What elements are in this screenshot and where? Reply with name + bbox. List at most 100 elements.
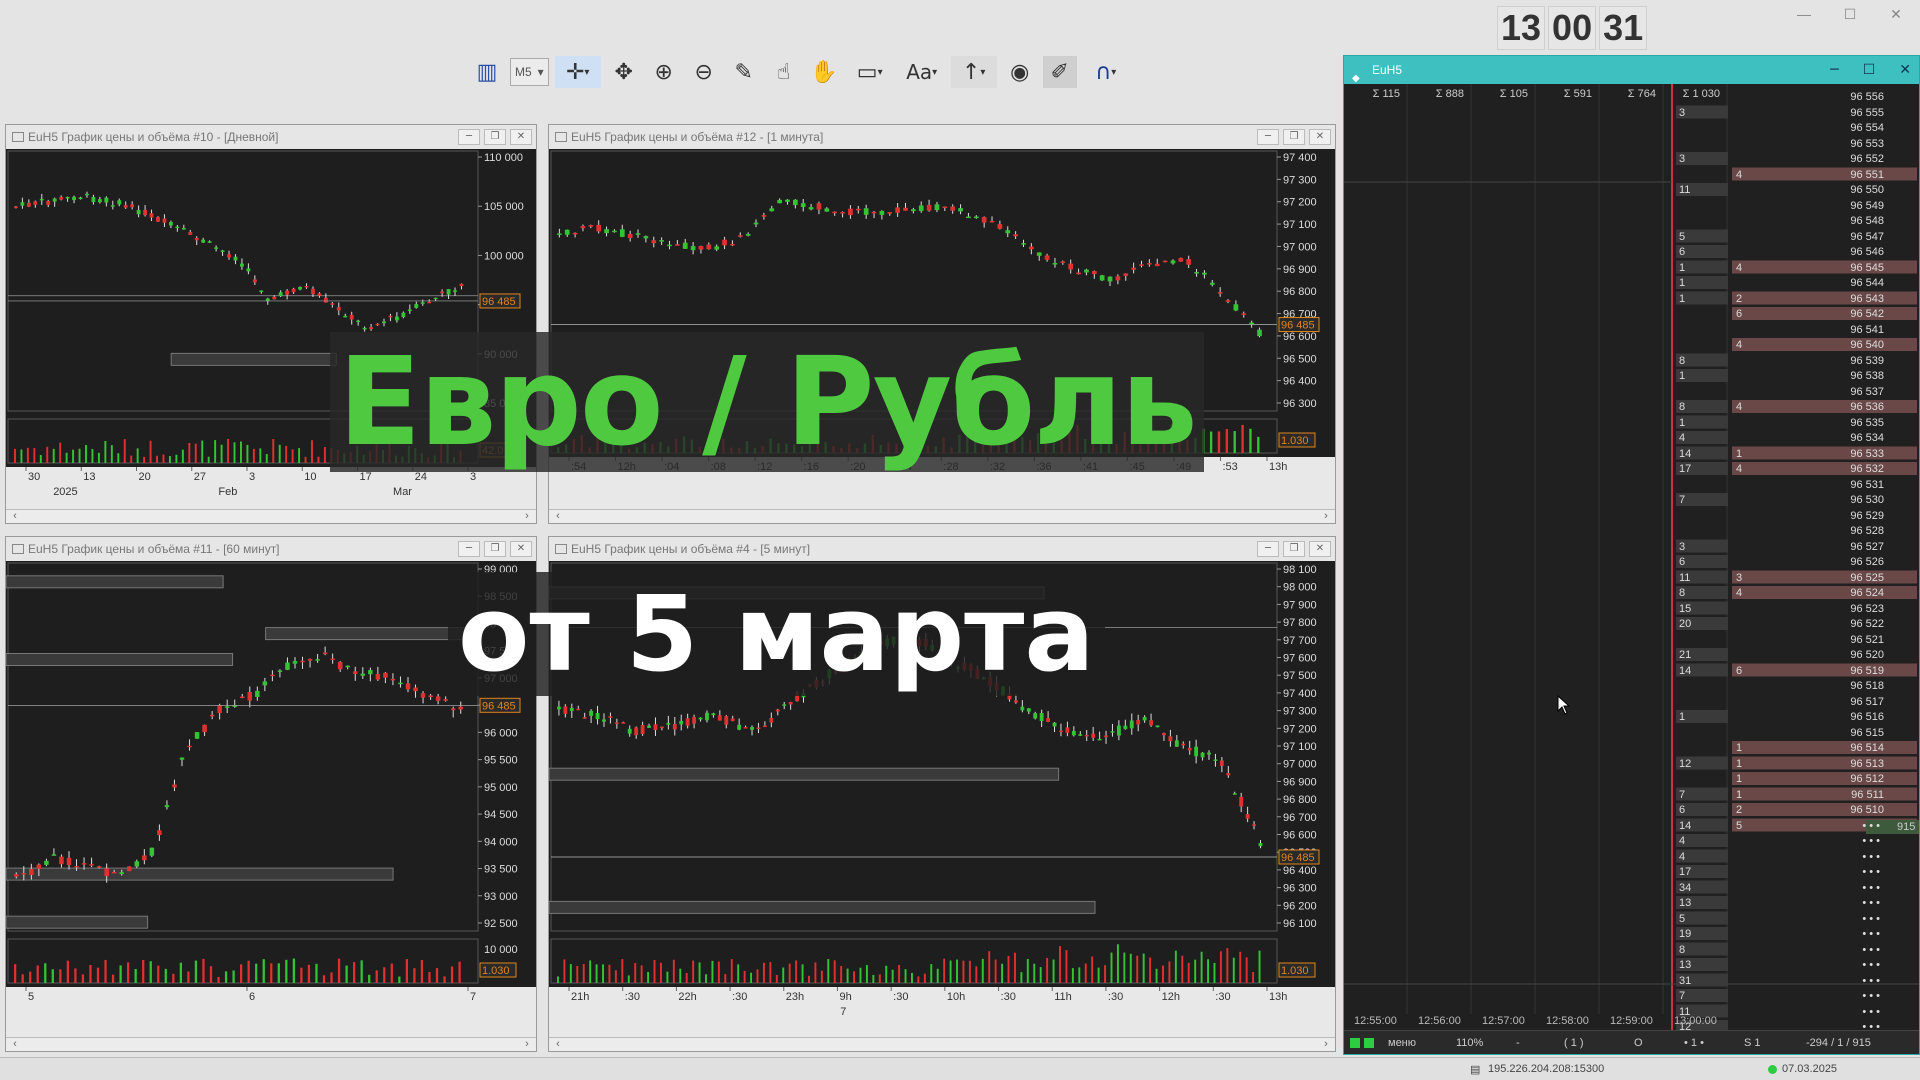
minimize-icon[interactable]: ─ (1257, 129, 1279, 145)
price-level[interactable]: 96 533 (1814, 447, 1884, 461)
close-icon[interactable]: ✕ (1309, 129, 1331, 145)
price-level[interactable]: 96 516 (1814, 710, 1884, 724)
price-level[interactable]: 96 552 (1814, 152, 1884, 166)
price-level[interactable]: 96 515 (1814, 726, 1884, 740)
price-level[interactable]: 96 520 (1814, 648, 1884, 662)
pencil-lock-icon[interactable]: ✐ (1042, 56, 1077, 88)
candle-body (435, 696, 441, 701)
price-level[interactable]: 96 535 (1814, 416, 1884, 430)
zoom-out-icon[interactable]: ⊖ (687, 56, 721, 88)
horizontal-scrollbar[interactable]: ‹ › (6, 1037, 536, 1051)
price-level[interactable]: 96 521 (1814, 633, 1884, 647)
price-level[interactable]: 96 529 (1814, 509, 1884, 523)
scroll-left-icon[interactable]: ‹ (8, 510, 22, 523)
price-level[interactable]: 96 555 (1814, 106, 1884, 120)
price-level[interactable]: 96 531 (1814, 478, 1884, 492)
price-level[interactable]: 96 551 (1814, 168, 1884, 182)
horizontal-scrollbar[interactable]: ‹ › (6, 509, 536, 523)
close-icon[interactable]: ✕ (1899, 56, 1911, 84)
minimize-icon[interactable]: ─ (458, 129, 480, 145)
price-level[interactable]: 96 518 (1814, 679, 1884, 693)
crosshair-icon[interactable]: ✛ ▾ (554, 56, 601, 88)
volume-bar (1097, 967, 1100, 983)
price-level[interactable]: 96 553 (1814, 137, 1884, 151)
scroll-right-icon[interactable]: › (520, 1038, 534, 1051)
chart-type-icon[interactable]: ▥ (470, 56, 504, 88)
close-icon[interactable]: ✕ (510, 129, 532, 145)
minimize-icon[interactable]: ─ (1257, 541, 1279, 557)
price-level[interactable]: 96 525 (1814, 571, 1884, 585)
scroll-left-icon[interactable]: ‹ (551, 1038, 565, 1051)
price-level[interactable]: 96 526 (1814, 555, 1884, 569)
minimize-icon[interactable]: ─ (458, 541, 480, 557)
magnet-icon[interactable]: ∩ ▾ (1083, 56, 1129, 88)
price-level[interactable]: 96 512 (1814, 772, 1884, 786)
timeframe-select[interactable]: M5 ▾ (510, 58, 549, 86)
rectangle-icon[interactable]: ▭ ▾ (847, 56, 893, 88)
visibility-icon[interactable]: ◉ (1003, 56, 1037, 88)
price-level[interactable]: 96 519 (1814, 664, 1884, 678)
restore-icon[interactable]: ❐ (484, 541, 506, 557)
price-level[interactable]: 96 549 (1814, 199, 1884, 213)
price-level[interactable]: 96 550 (1814, 183, 1884, 197)
restore-icon[interactable]: ❐ (1283, 129, 1305, 145)
price-level[interactable]: 96 530 (1814, 493, 1884, 507)
horizontal-scrollbar[interactable]: ‹ › (549, 1037, 1335, 1051)
price-level[interactable]: 96 556 (1814, 90, 1884, 104)
main-minimize-icon[interactable]: — (1794, 6, 1814, 24)
price-level[interactable]: 96 511 (1814, 788, 1884, 802)
price-level[interactable]: 96 543 (1814, 292, 1884, 306)
price-level[interactable]: 96 510 (1814, 803, 1884, 817)
price-level[interactable]: 96 536 (1814, 400, 1884, 414)
zoom-in-icon[interactable]: ⊕ (647, 56, 681, 88)
price-level[interactable]: 96 527 (1814, 540, 1884, 554)
scroll-left-icon[interactable]: ‹ (8, 1038, 22, 1051)
restore-icon[interactable]: ❐ (1283, 541, 1305, 557)
menu-button[interactable]: меню (1388, 1037, 1416, 1049)
price-level[interactable]: 96 548 (1814, 214, 1884, 228)
price-level[interactable]: 96 528 (1814, 524, 1884, 538)
price-level[interactable]: 96 546 (1814, 245, 1884, 259)
price-level[interactable]: 96 534 (1814, 431, 1884, 445)
price-level[interactable]: 96 545 (1814, 261, 1884, 275)
price-level[interactable]: 96 513 (1814, 757, 1884, 771)
status-circle[interactable]: O (1634, 1037, 1643, 1049)
price-level[interactable]: 96 554 (1814, 121, 1884, 135)
price-level[interactable]: 96 544 (1814, 276, 1884, 290)
main-maximize-icon[interactable]: ☐ (1840, 6, 1860, 24)
price-level[interactable]: 96 524 (1814, 586, 1884, 600)
maximize-icon[interactable]: ☐ (1863, 56, 1876, 84)
candle-body (134, 861, 140, 867)
close-icon[interactable]: ✕ (1309, 541, 1331, 557)
price-level[interactable]: 96 538 (1814, 369, 1884, 383)
price-level[interactable]: 96 514 (1814, 741, 1884, 755)
hand-icon[interactable]: ✋ (807, 56, 841, 88)
move-icon[interactable]: ✥ (607, 56, 641, 88)
order-book-window[interactable]: ◆ EuH5 ─ ☐ ✕ 3 3 11 5 6 1 1 1 8 1 8 1 4 14 17 7 3 6 11 8 15 20 2… (1343, 55, 1920, 1055)
price-level[interactable]: 96 522 (1814, 617, 1884, 631)
scroll-left-icon[interactable]: ‹ (551, 510, 565, 523)
scroll-right-icon[interactable]: › (1319, 510, 1333, 523)
scroll-right-icon[interactable]: › (1319, 1038, 1333, 1051)
arrow-up-icon[interactable]: ↑ ▾ (950, 56, 997, 88)
scroll-right-icon[interactable]: › (520, 510, 534, 523)
price-level[interactable]: 96 541 (1814, 323, 1884, 337)
price-level[interactable]: 96 547 (1814, 230, 1884, 244)
main-close-icon[interactable]: ✕ (1886, 6, 1906, 24)
price-level[interactable]: 96 542 (1814, 307, 1884, 321)
horizontal-scrollbar[interactable]: ‹ › (549, 509, 1335, 523)
minimize-icon[interactable]: ─ (1830, 56, 1838, 84)
hand-pointer-icon[interactable]: ☝ (767, 56, 801, 88)
price-level[interactable]: 96 537 (1814, 385, 1884, 399)
status-dots[interactable]: • 1 • (1684, 1037, 1704, 1049)
price-level[interactable]: 96 539 (1814, 354, 1884, 368)
restore-icon[interactable]: ❐ (484, 129, 506, 145)
price-level[interactable]: 96 540 (1814, 338, 1884, 352)
price-level[interactable]: 96 532 (1814, 462, 1884, 476)
close-icon[interactable]: ✕ (510, 541, 532, 557)
ruler-icon[interactable]: ✎ (727, 56, 761, 88)
zoom-level[interactable]: 110% (1456, 1037, 1483, 1049)
text-tool-icon[interactable]: Aa ▾ (899, 56, 945, 88)
price-level[interactable]: 96 517 (1814, 695, 1884, 709)
price-level[interactable]: 96 523 (1814, 602, 1884, 616)
